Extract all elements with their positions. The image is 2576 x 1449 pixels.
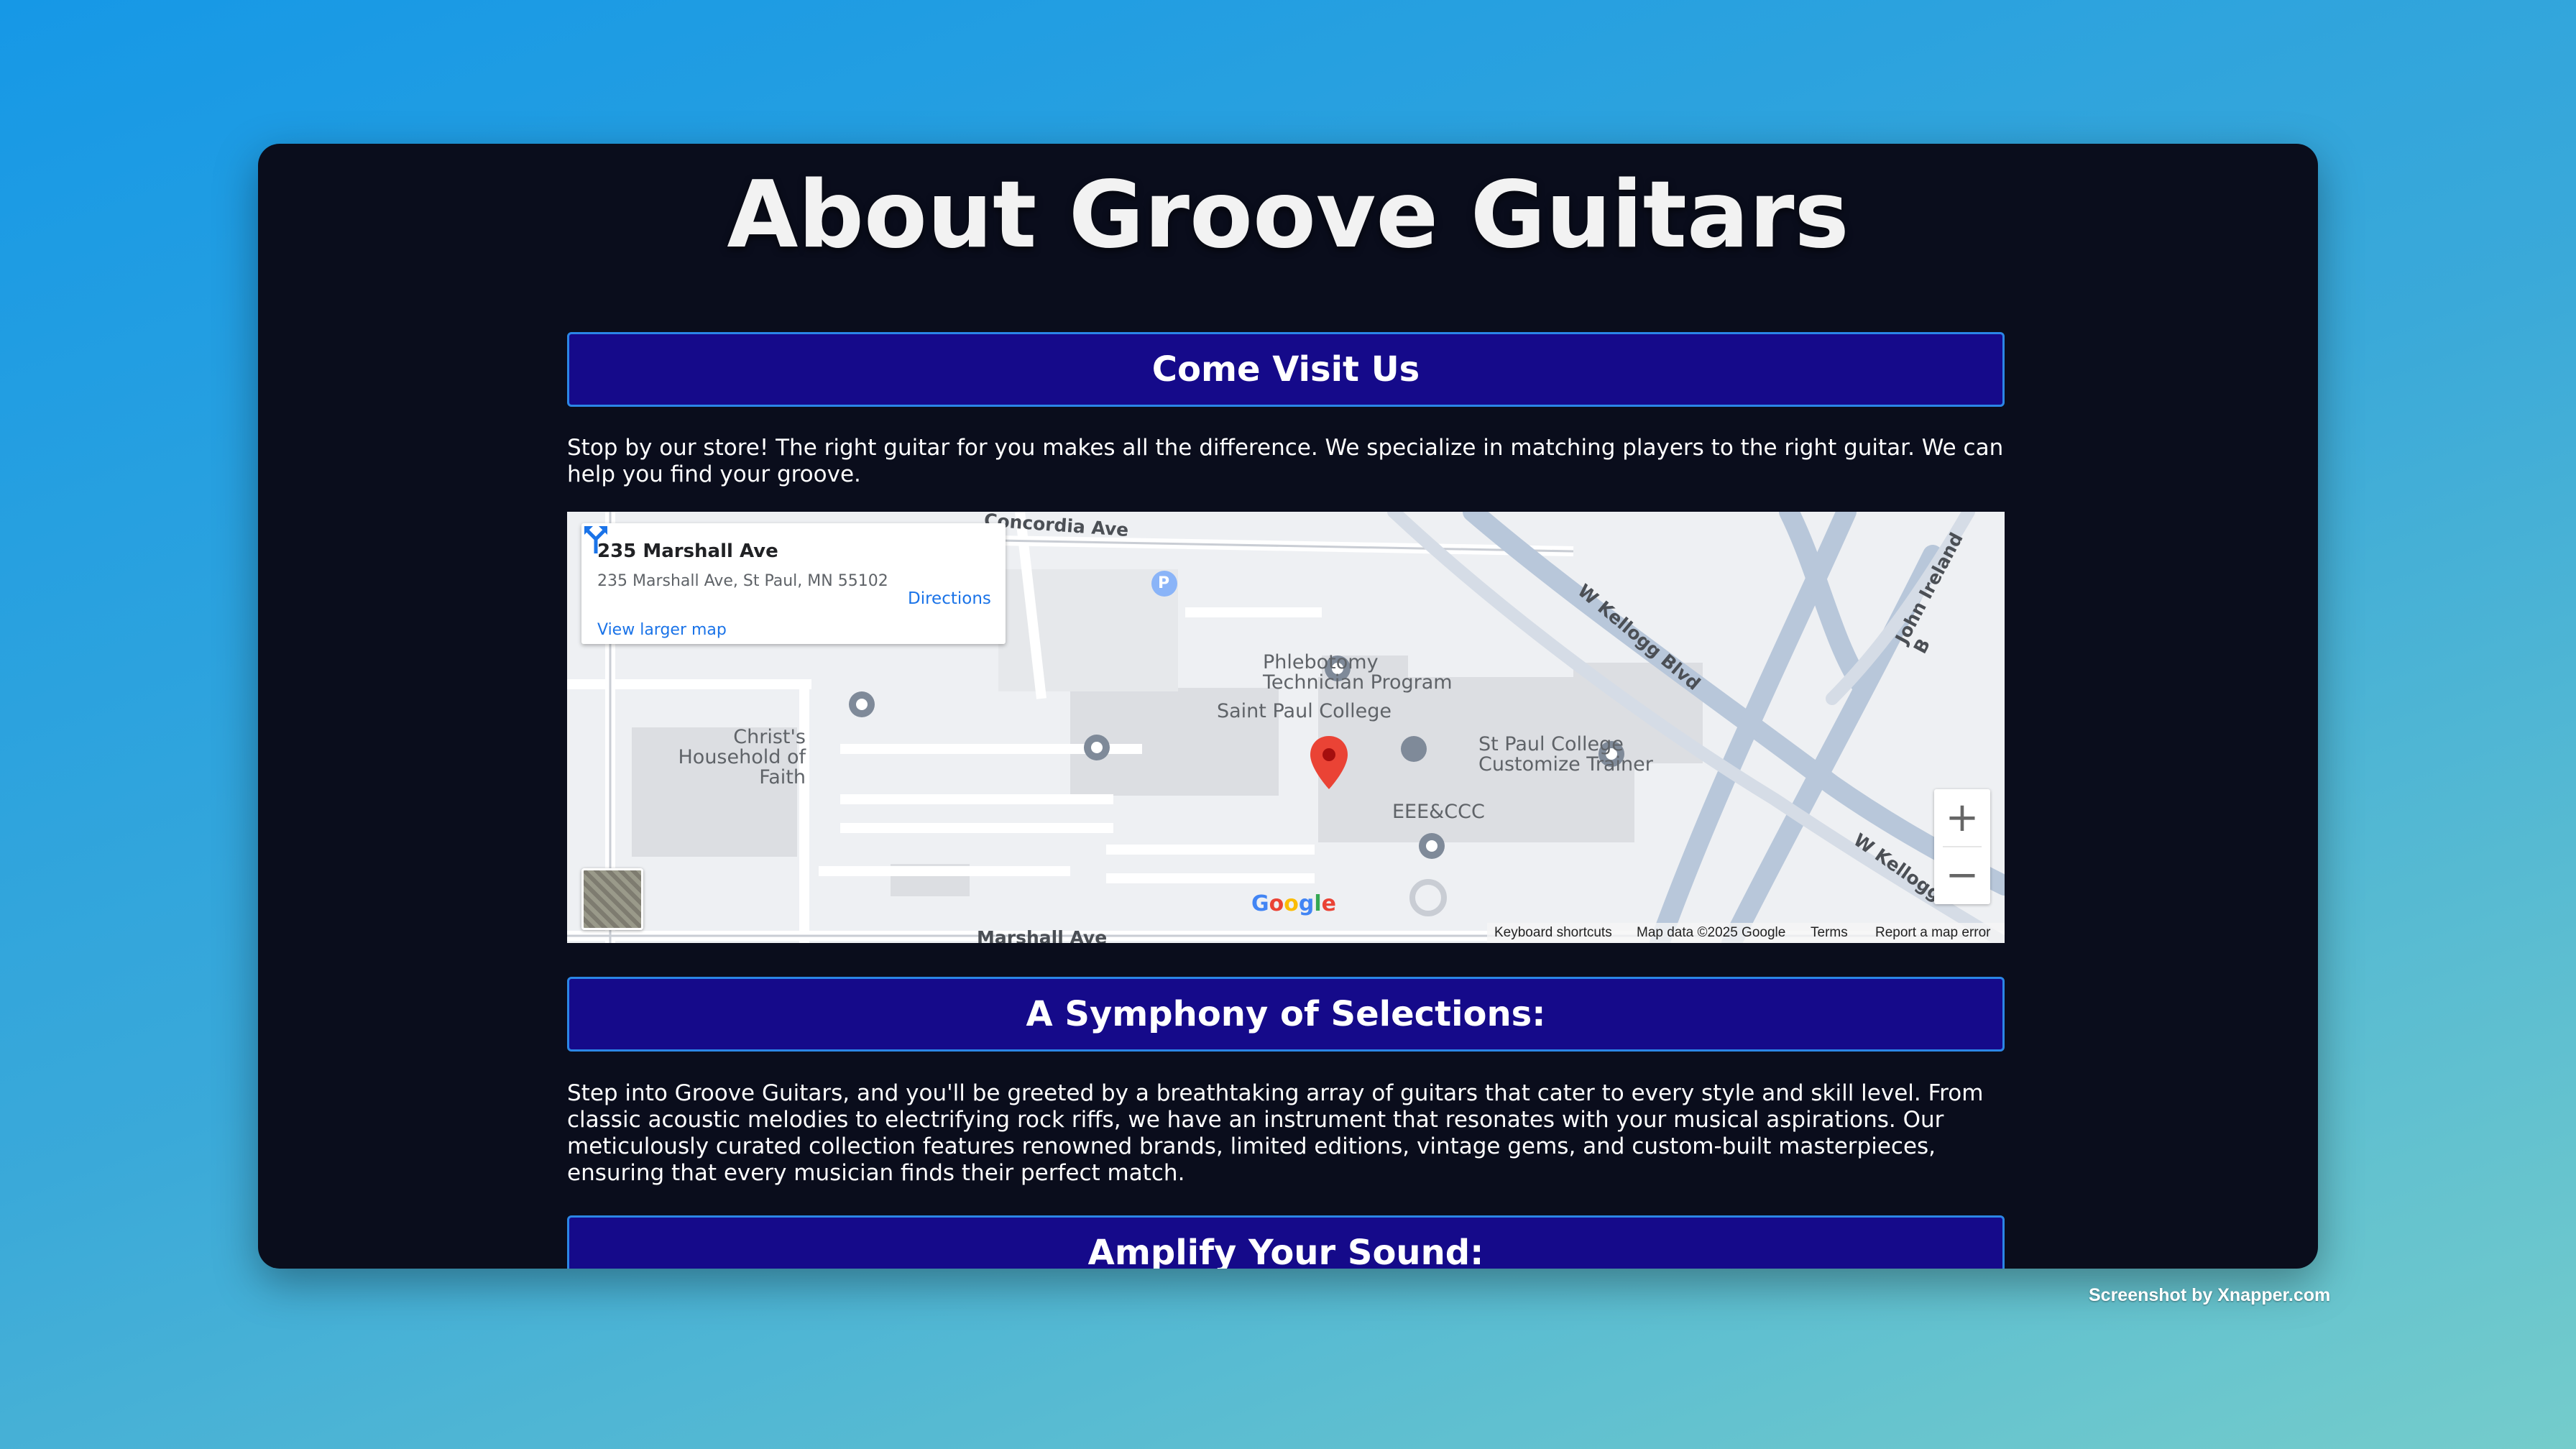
place-eee[interactable]: EEE&CCC [1392, 802, 1485, 822]
directions-icon[interactable] [581, 523, 610, 555]
zoom-out-button[interactable]: − [1934, 847, 1990, 904]
satellite-toggle[interactable] [581, 868, 643, 930]
place-church[interactable]: Christ's Household of Faith [626, 727, 806, 788]
info-card-address: 235 Marshall Ave, St Paul, MN 55102 [597, 572, 888, 590]
info-card-title: 235 Marshall Ave [597, 540, 778, 562]
zoom-controls: + − [1934, 789, 1990, 904]
zoom-in-button[interactable]: + [1934, 789, 1990, 847]
view-larger-map-link[interactable]: View larger map [597, 621, 727, 639]
parking-label: P [1158, 574, 1170, 592]
map-data-label: Map data ©2025 Google [1637, 925, 1786, 940]
place-phlebotomy[interactable]: Phlebotomy Technician Program [1263, 653, 1457, 693]
visit-paragraph: Stop by our store! The right guitar for … [567, 435, 2004, 487]
place-trainer[interactable]: St Paul College Customize Trainer [1478, 735, 1665, 775]
google-logo: Google [1251, 891, 1337, 916]
section-header-visit: Come Visit Us [567, 332, 2005, 407]
map-info-card: 235 Marshall Ave 235 Marshall Ave, St Pa… [581, 523, 1006, 644]
watermark: Screenshot by Xnapper.com [2089, 1285, 2331, 1305]
symphony-paragraph: Step into Groove Guitars, and you'll be … [567, 1080, 1984, 1186]
map-attribution: Keyboard shortcuts Map data ©2025 Google… [1487, 923, 2005, 943]
directions-link[interactable]: Directions [908, 589, 991, 608]
terms-link[interactable]: Terms [1811, 923, 1848, 943]
place-college[interactable]: Saint Paul College [1217, 702, 1392, 722]
road-marshall: Marshall Ave [977, 927, 1108, 943]
embedded-map[interactable]: Concordia Ave W Kellogg Blvd W Kellogg J… [567, 512, 2005, 943]
keyboard-shortcuts-link[interactable]: Keyboard shortcuts [1494, 923, 1612, 943]
report-map-error-link[interactable]: Report a map error [1875, 923, 1991, 943]
page-title: About Groove Guitars [727, 162, 1849, 269]
section-header-symphony: A Symphony of Selections: [567, 977, 2005, 1052]
location-pin-icon[interactable] [1307, 735, 1351, 792]
